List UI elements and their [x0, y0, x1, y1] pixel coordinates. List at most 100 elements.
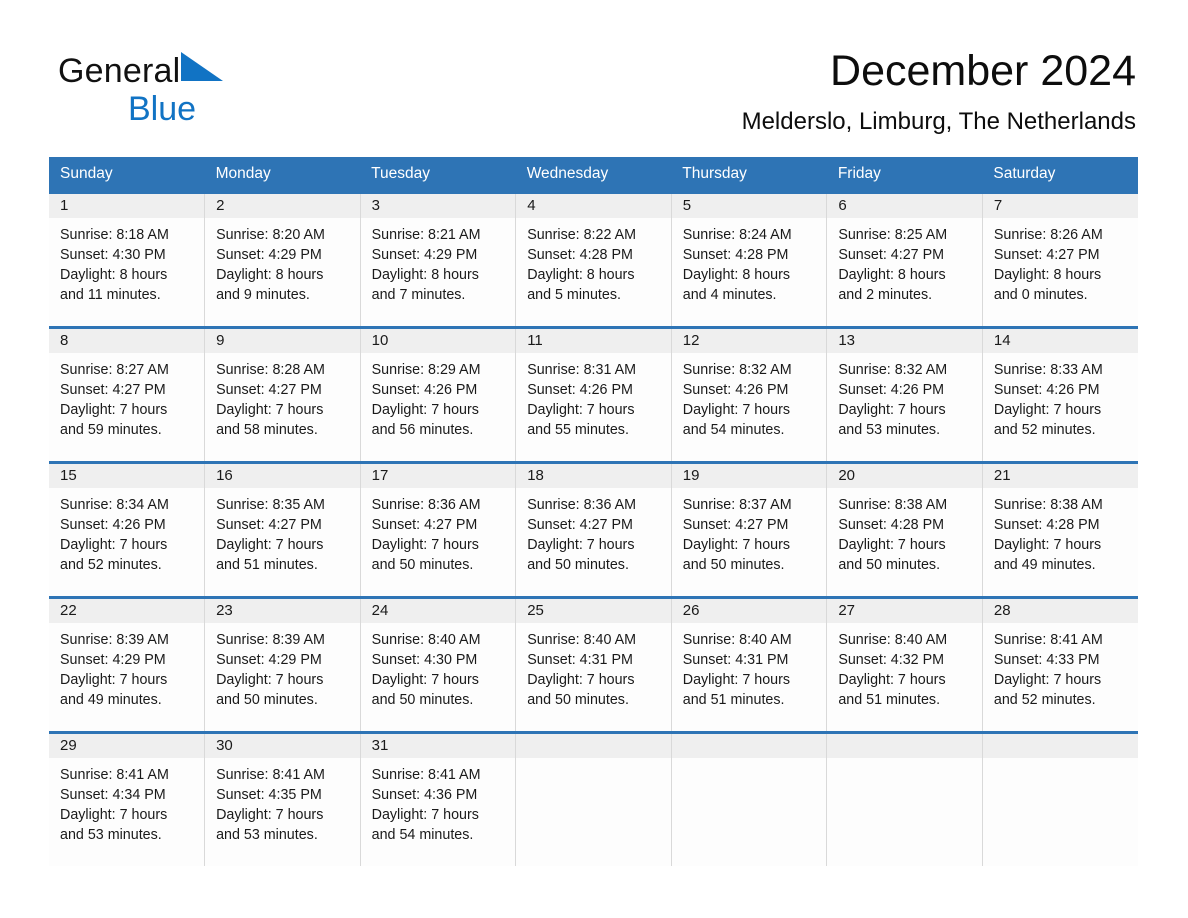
calendar-day-cell[interactable]: 21 Sunrise: 8:38 AM Sunset: 4:28 PM Dayligh…	[982, 461, 1138, 598]
daylight-duration-line2: and 50 minutes.	[682, 557, 785, 573]
calendar-day-cell[interactable]: 10 Sunrise: 8:29 AM Sunset: 4:26 PM Dayligh…	[360, 326, 517, 463]
date-number-band: 6	[827, 194, 982, 218]
date-number-band: 8	[49, 329, 205, 353]
calendar-day-cell[interactable]: 20 Sunrise: 8:38 AM Sunset: 4:28 PM Dayligh…	[826, 461, 983, 598]
daylight-duration-line1: Daylight: 7 hours	[527, 537, 635, 553]
daylight-duration-line1: Daylight: 7 hours	[527, 672, 635, 688]
sunrise-time: Sunrise: 8:40 AM	[838, 632, 948, 648]
calendar-day-cell[interactable]: 1 Sunrise: 8:18 AM Sunset: 4:30 PM Daylight…	[49, 191, 206, 328]
sunset-time: Sunset: 4:30 PM	[60, 247, 166, 263]
date-number-band: 24	[360, 599, 516, 623]
calendar-day-cell[interactable]: 8 Sunrise: 8:27 AM Sunset: 4:27 PM Daylight…	[49, 326, 206, 463]
sunrise-time: Sunrise: 8:37 AM	[682, 497, 792, 513]
calendar-day-cell[interactable]: 26 Sunrise: 8:40 AM Sunset: 4:31 PM Dayligh…	[671, 596, 828, 733]
daylight-duration-line2: and 54 minutes.	[371, 827, 474, 843]
date-number: 28	[993, 602, 1011, 619]
calendar-day-cell[interactable]: 28 Sunrise: 8:41 AM Sunset: 4:33 PM Dayligh…	[982, 596, 1138, 733]
sunset-time: Sunset: 4:32 PM	[838, 652, 945, 668]
date-number-band	[516, 734, 671, 758]
sunset-time: Sunset: 4:27 PM	[60, 382, 166, 398]
calendar-day-cell[interactable]: 9 Sunrise: 8:28 AM Sunset: 4:27 PM Daylight…	[204, 326, 361, 463]
calendar-day-cell[interactable]: 23 Sunrise: 8:39 AM Sunset: 4:29 PM Dayligh…	[204, 596, 361, 733]
date-number-band: 26	[671, 599, 827, 623]
daylight-duration-line2: and 53 minutes.	[60, 827, 162, 843]
sunrise-time: Sunrise: 8:29 AM	[371, 362, 481, 378]
calendar-day-cell[interactable]: 31 Sunrise: 8:41 AM Sunset: 4:36 PM Dayligh…	[360, 731, 517, 866]
day-details: Sunrise: 8:20 AM Sunset: 4:29 PM Daylight:…	[205, 218, 360, 305]
calendar-day-cell[interactable]: 27 Sunrise: 8:40 AM Sunset: 4:32 PM Dayligh…	[826, 596, 983, 733]
daylight-duration-line1: Daylight: 7 hours	[371, 537, 479, 553]
daylight-duration-line2: and 59 minutes.	[60, 422, 162, 438]
daylight-duration-line2: and 7 minutes.	[371, 287, 466, 303]
calendar-day-cell-empty	[826, 731, 983, 866]
calendar-day-cell[interactable]: 15 Sunrise: 8:34 AM Sunset: 4:26 PM Dayligh…	[49, 461, 206, 598]
sunset-time: Sunset: 4:29 PM	[371, 247, 478, 263]
sunrise-time: Sunrise: 8:40 AM	[682, 632, 792, 648]
calendar-day-cell[interactable]: 3 Sunrise: 8:21 AM Sunset: 4:29 PM Daylight…	[360, 191, 517, 328]
calendar-day-cell[interactable]: 14 Sunrise: 8:33 AM Sunset: 4:26 PM Dayligh…	[982, 326, 1138, 463]
day-details: Sunrise: 8:33 AM Sunset: 4:26 PM Daylight:…	[983, 353, 1138, 440]
calendar-day-cell[interactable]: 11 Sunrise: 8:31 AM Sunset: 4:26 PM Dayligh…	[515, 326, 672, 463]
calendar-day-cell[interactable]: 22 Sunrise: 8:39 AM Sunset: 4:29 PM Dayligh…	[49, 596, 206, 733]
calendar-day-cell[interactable]: 30 Sunrise: 8:41 AM Sunset: 4:35 PM Dayligh…	[204, 731, 361, 866]
sunset-time: Sunset: 4:26 PM	[838, 382, 945, 398]
sunrise-time: Sunrise: 8:18 AM	[60, 227, 169, 243]
calendar-day-cell[interactable]: 24 Sunrise: 8:40 AM Sunset: 4:30 PM Dayligh…	[360, 596, 517, 733]
date-number-band: 23	[205, 599, 360, 623]
sunset-time: Sunset: 4:35 PM	[216, 787, 322, 803]
title-block: December 2024 Melderslo, Limburg, The Ne…	[742, 46, 1136, 136]
daylight-duration-line2: and 5 minutes.	[527, 287, 621, 303]
calendar-day-cell[interactable]: 25 Sunrise: 8:40 AM Sunset: 4:31 PM Dayligh…	[515, 596, 672, 733]
date-number: 30	[216, 737, 233, 754]
calendar-day-cell[interactable]: 12 Sunrise: 8:32 AM Sunset: 4:26 PM Dayligh…	[671, 326, 828, 463]
calendar-day-cell[interactable]: 6 Sunrise: 8:25 AM Sunset: 4:27 PM Daylight…	[826, 191, 983, 328]
calendar-day-cell[interactable]: 13 Sunrise: 8:32 AM Sunset: 4:26 PM Dayligh…	[826, 326, 983, 463]
calendar-day-cell-empty	[982, 731, 1138, 866]
daylight-duration-line1: Daylight: 7 hours	[216, 672, 324, 688]
calendar-week-row: 1 Sunrise: 8:18 AM Sunset: 4:30 PM Daylight…	[49, 191, 1138, 328]
date-number: 12	[682, 332, 700, 349]
calendar-day-cell[interactable]: 5 Sunrise: 8:24 AM Sunset: 4:28 PM Daylight…	[671, 191, 828, 328]
date-number-band	[982, 734, 1138, 758]
sunrise-time: Sunrise: 8:36 AM	[371, 497, 481, 513]
calendar-day-cell[interactable]: 29 Sunrise: 8:41 AM Sunset: 4:34 PM Dayligh…	[49, 731, 206, 866]
daylight-duration-line1: Daylight: 7 hours	[993, 402, 1102, 418]
sunset-time: Sunset: 4:27 PM	[838, 247, 945, 263]
calendar-week-row: 29 Sunrise: 8:41 AM Sunset: 4:34 PM Dayligh…	[49, 731, 1138, 866]
calendar-day-cell[interactable]: 18 Sunrise: 8:36 AM Sunset: 4:27 PM Dayligh…	[515, 461, 672, 598]
daylight-duration-line1: Daylight: 7 hours	[682, 537, 791, 553]
sunset-time: Sunset: 4:28 PM	[682, 247, 789, 263]
sunrise-time: Sunrise: 8:36 AM	[527, 497, 637, 513]
daylight-duration-line2: and 50 minutes.	[371, 557, 474, 573]
date-number: 13	[838, 332, 855, 349]
sunrise-time: Sunrise: 8:38 AM	[993, 497, 1103, 513]
daylight-duration-line2: and 55 minutes.	[527, 422, 629, 438]
calendar-day-cell[interactable]: 17 Sunrise: 8:36 AM Sunset: 4:27 PM Dayligh…	[360, 461, 517, 598]
daylight-duration-line1: Daylight: 7 hours	[993, 672, 1102, 688]
daylight-duration-line1: Daylight: 8 hours	[371, 267, 479, 283]
daylight-duration-line1: Daylight: 7 hours	[371, 672, 479, 688]
sunrise-time: Sunrise: 8:39 AM	[60, 632, 169, 648]
sunset-time: Sunset: 4:30 PM	[371, 652, 478, 668]
calendar-day-cell[interactable]: 16 Sunrise: 8:35 AM Sunset: 4:27 PM Dayligh…	[204, 461, 361, 598]
sunrise-time: Sunrise: 8:34 AM	[60, 497, 169, 513]
day-details: Sunrise: 8:25 AM Sunset: 4:27 PM Daylight:…	[827, 218, 982, 305]
calendar-day-cell[interactable]: 2 Sunrise: 8:20 AM Sunset: 4:29 PM Daylight…	[204, 191, 361, 328]
weekday-header-wednesday: Wednesday	[515, 157, 672, 193]
general-blue-logo[interactable]: General Blue	[58, 50, 358, 127]
sunrise-time: Sunrise: 8:24 AM	[682, 227, 792, 243]
calendar-day-cell[interactable]: 4 Sunrise: 8:22 AM Sunset: 4:28 PM Daylight…	[515, 191, 672, 328]
daylight-duration-line2: and 50 minutes.	[371, 692, 474, 708]
date-number: 5	[682, 197, 692, 214]
calendar-day-cell[interactable]: 19 Sunrise: 8:37 AM Sunset: 4:27 PM Dayligh…	[671, 461, 828, 598]
day-details: Sunrise: 8:34 AM Sunset: 4:26 PM Daylight:…	[49, 488, 204, 575]
calendar-day-cell[interactable]: 7 Sunrise: 8:26 AM Sunset: 4:27 PM Daylight…	[982, 191, 1138, 328]
day-details: Sunrise: 8:29 AM Sunset: 4:26 PM Daylight:…	[361, 353, 516, 440]
date-number-band: 18	[516, 464, 671, 488]
weekday-header-tuesday: Tuesday	[360, 157, 516, 193]
date-number: 14	[993, 332, 1011, 349]
date-number: 22	[60, 602, 77, 619]
sunset-time: Sunset: 4:36 PM	[371, 787, 478, 803]
day-details: Sunrise: 8:40 AM Sunset: 4:32 PM Daylight:…	[827, 623, 982, 710]
logo-line-general: General	[58, 50, 358, 90]
